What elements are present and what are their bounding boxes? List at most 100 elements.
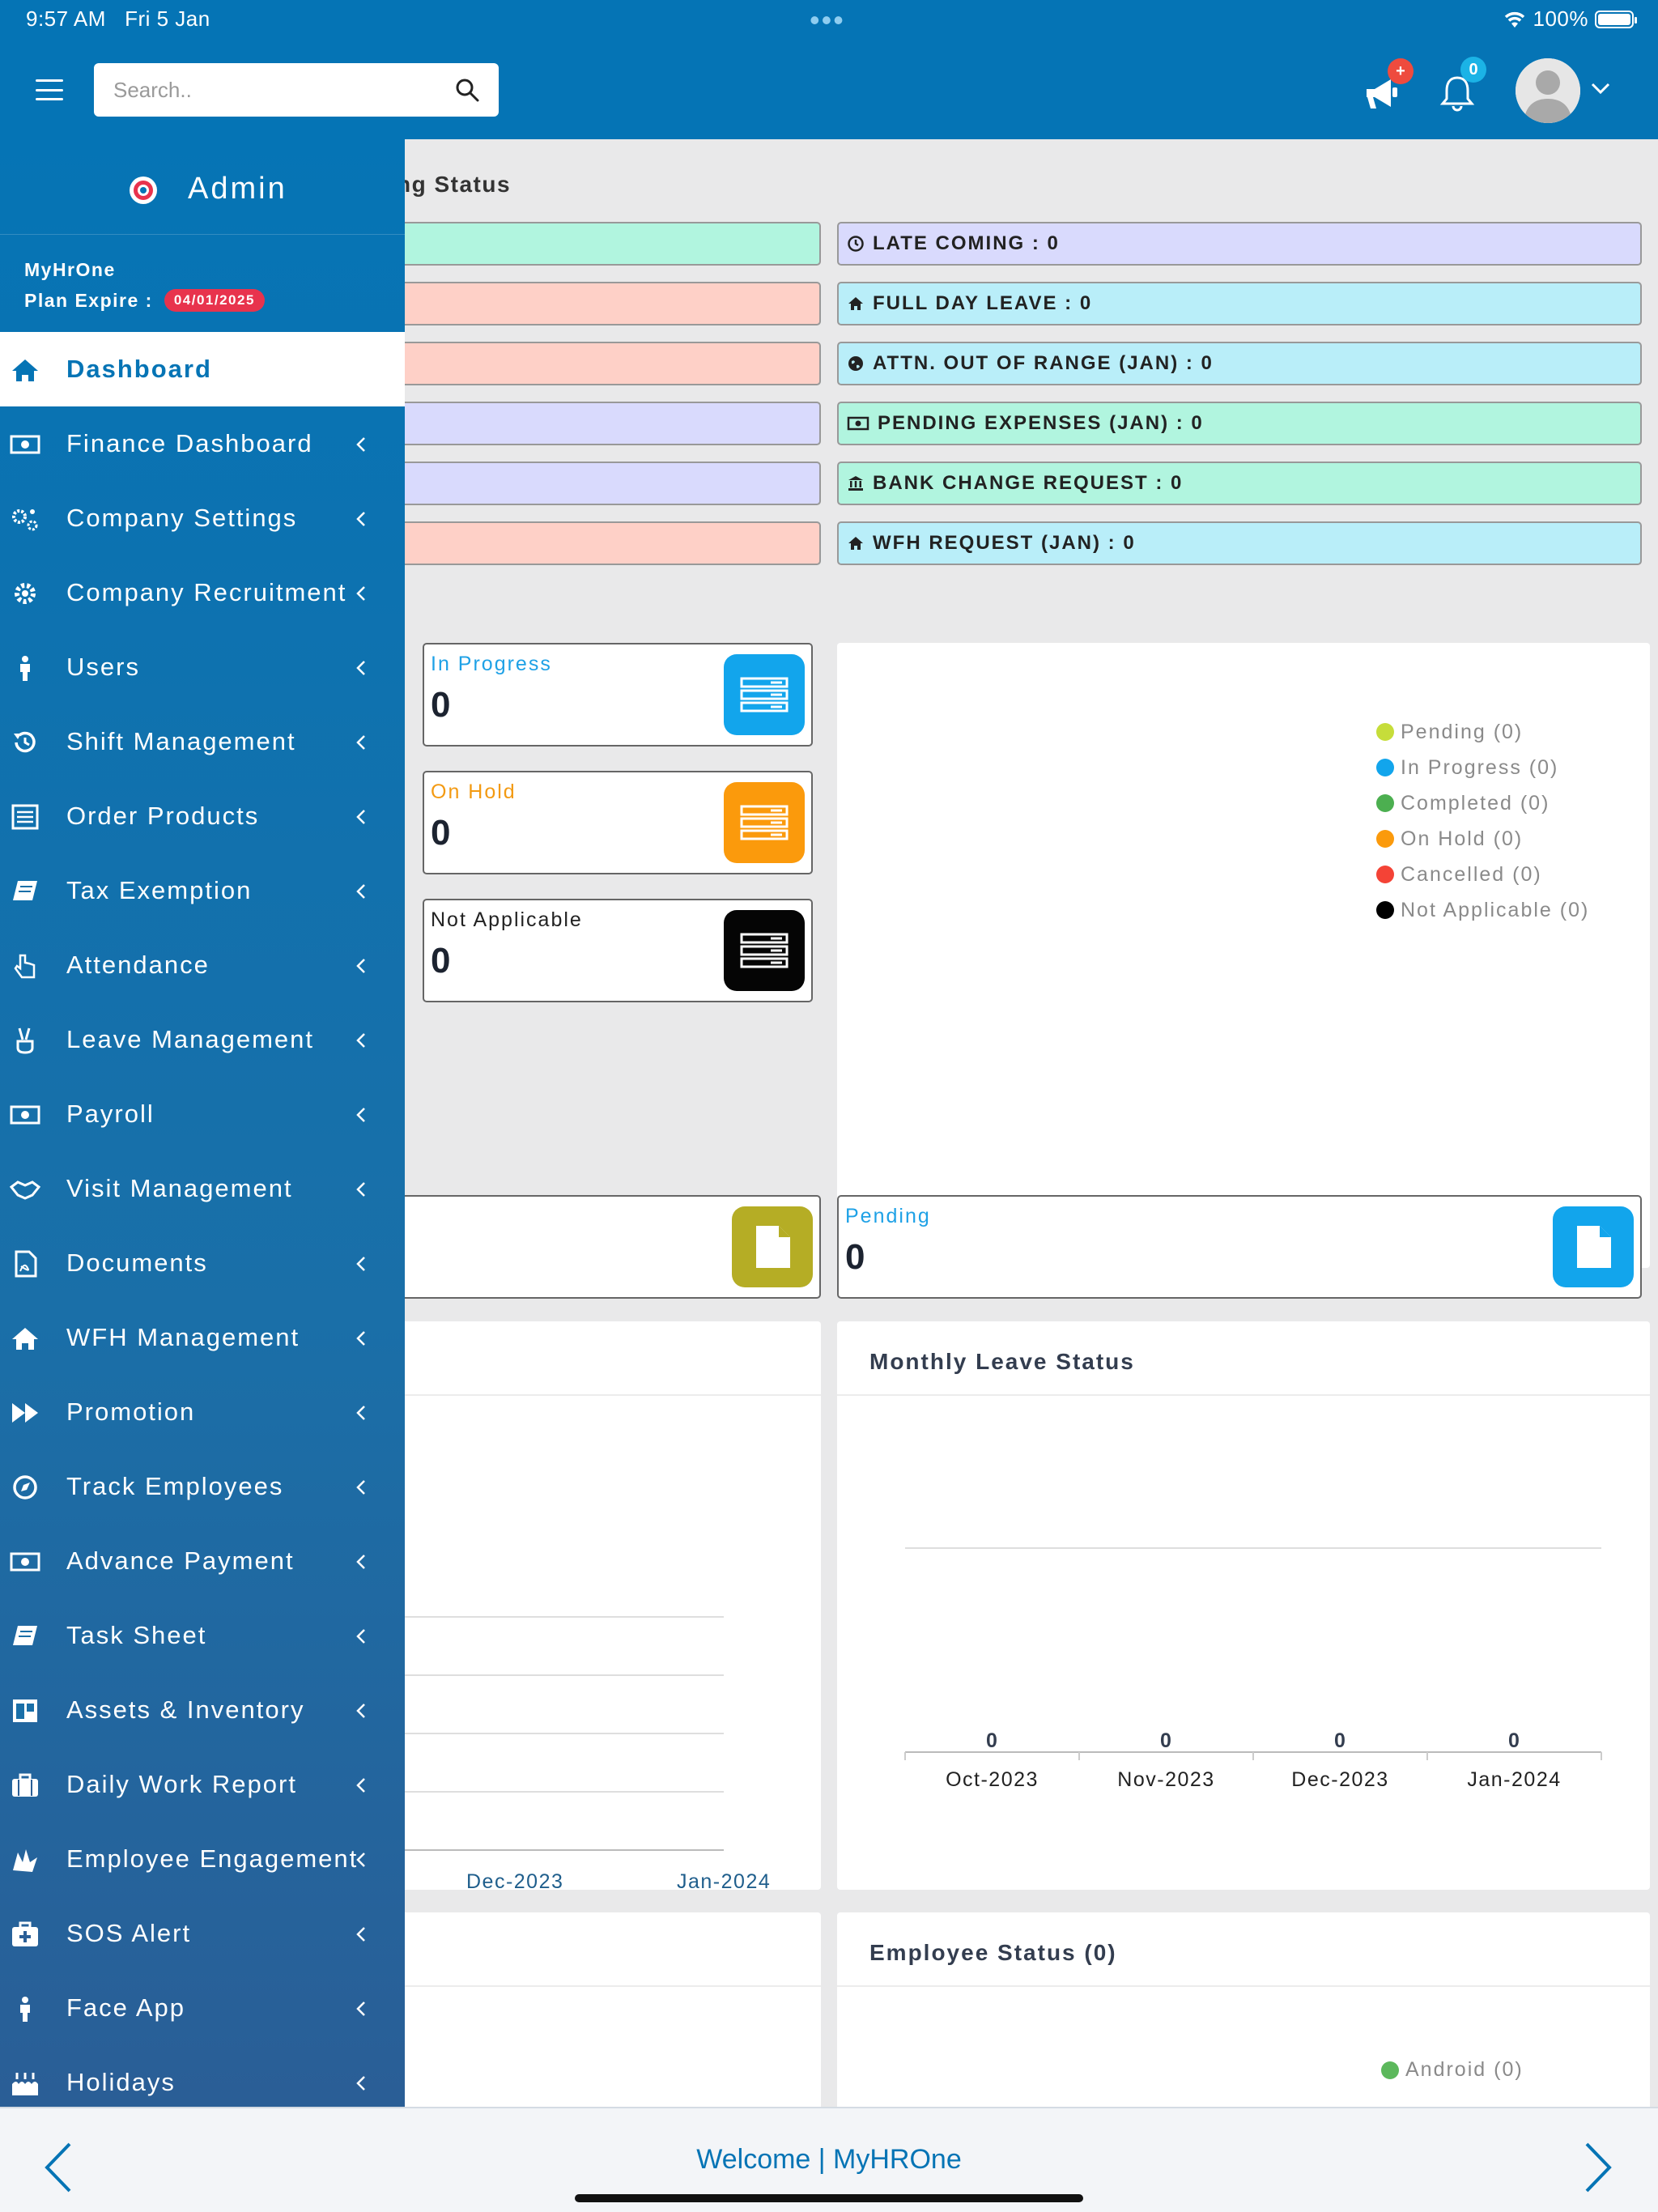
sidebar-item-label: Holidays [66,2068,176,2096]
legend-item[interactable]: Completed (0) [1376,785,1589,821]
sidebar-item-order-products[interactable]: Order Products [0,779,405,853]
sidebar-item-wfh-management[interactable]: WFH Management [0,1300,405,1375]
sidebar-item-label: Visit Management [66,1174,293,1202]
sidebar-item-assets-and-inventory[interactable]: Assets & Inventory [0,1673,405,1747]
late-coming-box[interactable]: LATE COMING : 0 [837,222,1642,266]
full-day-leave-box[interactable]: FULL DAY LEAVE : 0 [837,282,1642,325]
panel-divider [380,1985,821,1987]
logo-icon [130,177,157,204]
multitask-dots-icon[interactable]: ••• [810,3,845,37]
sidebar-item-tax-exemption[interactable]: Tax Exemption [0,853,405,928]
data-label: 0 [1508,1729,1520,1752]
task-not-applicable-card[interactable]: Not Applicable 0 [423,899,813,1002]
chevron-down-icon[interactable] [1590,81,1611,96]
forward-arrow-icon[interactable] [1582,2141,1614,2194]
legend-item[interactable]: On Hold (0) [1376,821,1589,857]
legend-label: In Progress (0) [1401,755,1559,779]
panel-divider [380,1394,821,1396]
legend-dot [1376,794,1394,812]
attn-out-of-range-box[interactable]: ATTN. OUT OF RANGE (JAN) : 0 [837,342,1642,385]
sidebar-item-finance-dashboard[interactable]: Finance Dashboard [0,406,405,481]
sidebar-item-advance-payment[interactable]: Advance Payment [0,1524,405,1598]
search-icon[interactable] [455,78,479,102]
legend-label: Pending (0) [1401,720,1524,743]
money-icon [847,416,869,431]
status-box-left-3[interactable] [380,342,821,385]
status-box-left-5[interactable] [380,462,821,505]
wifi-icon [1504,11,1524,28]
document-card-left[interactable] [380,1195,821,1299]
sidebar-item-track-employees[interactable]: Track Employees [0,1449,405,1524]
sidebar-item-users[interactable]: Users [0,630,405,704]
task-card-value: 0 [431,941,452,981]
wfh-request-box[interactable]: WFH REQUEST (JAN) : 0 [837,521,1642,565]
sidebar-item-task-sheet[interactable]: Task Sheet [0,1598,405,1673]
status-box-left-1[interactable] [380,222,821,266]
bank-change-request-box[interactable]: BANK CHANGE REQUEST : 0 [837,462,1642,505]
legend-dot [1376,723,1394,741]
sidebar-item-daily-work-report[interactable]: Daily Work Report [0,1747,405,1822]
sidebar-item-promotion[interactable]: Promotion [0,1375,405,1449]
panel-title: Employee Status (0) [869,1940,1117,1965]
sidebar-item-payroll[interactable]: Payroll [0,1077,405,1151]
user-silhouette-icon [1516,58,1580,123]
gears-icon [12,509,38,531]
hand-pointer-icon [14,954,36,979]
legend-item[interactable]: Cancelled (0) [1376,857,1589,892]
sidebar-item-dashboard[interactable]: Dashboard [0,332,405,406]
x-tick-label: Nov-2023 [1117,1768,1214,1791]
task-in-progress-card[interactable]: In Progress 0 [423,643,813,747]
x-axis-line [380,1849,724,1851]
task-on-hold-card[interactable]: On Hold 0 [423,771,813,874]
pending-expenses-box[interactable]: PENDING EXPENSES (JAN) : 0 [837,402,1642,445]
menu-toggle-icon[interactable] [36,79,63,100]
chevron-left-icon [356,437,365,452]
sidebar-item-face-app[interactable]: Face App [0,1971,405,2045]
legend-item[interactable]: Pending (0) [1376,714,1589,750]
sidebar-item-attendance[interactable]: Attendance [0,928,405,1002]
legend-label: Completed (0) [1401,791,1550,815]
hands-icon [13,1849,37,1872]
status-box-left-6[interactable] [380,521,821,565]
sidebar-item-documents[interactable]: Documents [0,1226,405,1300]
pdf-file-icon [15,1250,37,1278]
status-box-left-2[interactable] [380,282,821,325]
sidebar-item-leave-management[interactable]: Leave Management [0,1002,405,1077]
sidebar-item-company-recruitment[interactable]: Company Recruitment [0,555,405,630]
sidebar-item-holidays[interactable]: Holidays [0,2045,405,2107]
panel-divider [837,1985,1650,1987]
sidebar-nav: Dashboard Finance Dashboard Company Settin… [0,332,405,2107]
document-pending-card[interactable]: Pending 0 [837,1195,1642,1299]
bank-change-request-label: BANK CHANGE REQUEST : 0 [873,472,1184,494]
chevron-left-icon [356,1927,365,1942]
person-icon [20,1997,30,2022]
avatar[interactable] [1516,58,1580,123]
sidebar-title: Admin [188,172,287,206]
status-time-date: 9:57 AM Fri 5 Jan [26,6,210,32]
sidebar-item-sos-alert[interactable]: SOS Alert [0,1896,405,1971]
announcement-button[interactable]: + [1360,58,1414,112]
home-indicator[interactable] [575,2194,1083,2202]
file-icon [732,1206,813,1287]
sidebar-item-company-settings[interactable]: Company Settings [0,481,405,555]
globe-icon [848,356,863,371]
book-icon [13,1626,37,1645]
battery-percent: 100% [1533,6,1588,31]
notification-count-badge: 0 [1460,57,1486,83]
sidebar-item-label: Promotion [66,1397,196,1426]
status-right: 100% [1503,6,1637,32]
company-name: MyHrOne [24,259,116,280]
sidebar-item-employee-engagement[interactable]: Employee Engagement [0,1822,405,1896]
legend-label: Not Applicable (0) [1401,898,1590,921]
gridline [380,1791,724,1793]
sidebar-item-shift-management[interactable]: Shift Management [0,704,405,779]
status-box-left-4[interactable] [380,402,821,445]
legend-item[interactable]: Android (0) [1381,2058,1524,2082]
notification-button[interactable]: 0 [1438,57,1486,112]
history-icon [14,731,36,753]
legend-item[interactable]: Not Applicable (0) [1376,892,1589,928]
chevron-left-icon [356,884,365,899]
sidebar-item-visit-management[interactable]: Visit Management [0,1151,405,1226]
search-input[interactable] [94,63,434,117]
legend-item[interactable]: In Progress (0) [1376,750,1589,785]
